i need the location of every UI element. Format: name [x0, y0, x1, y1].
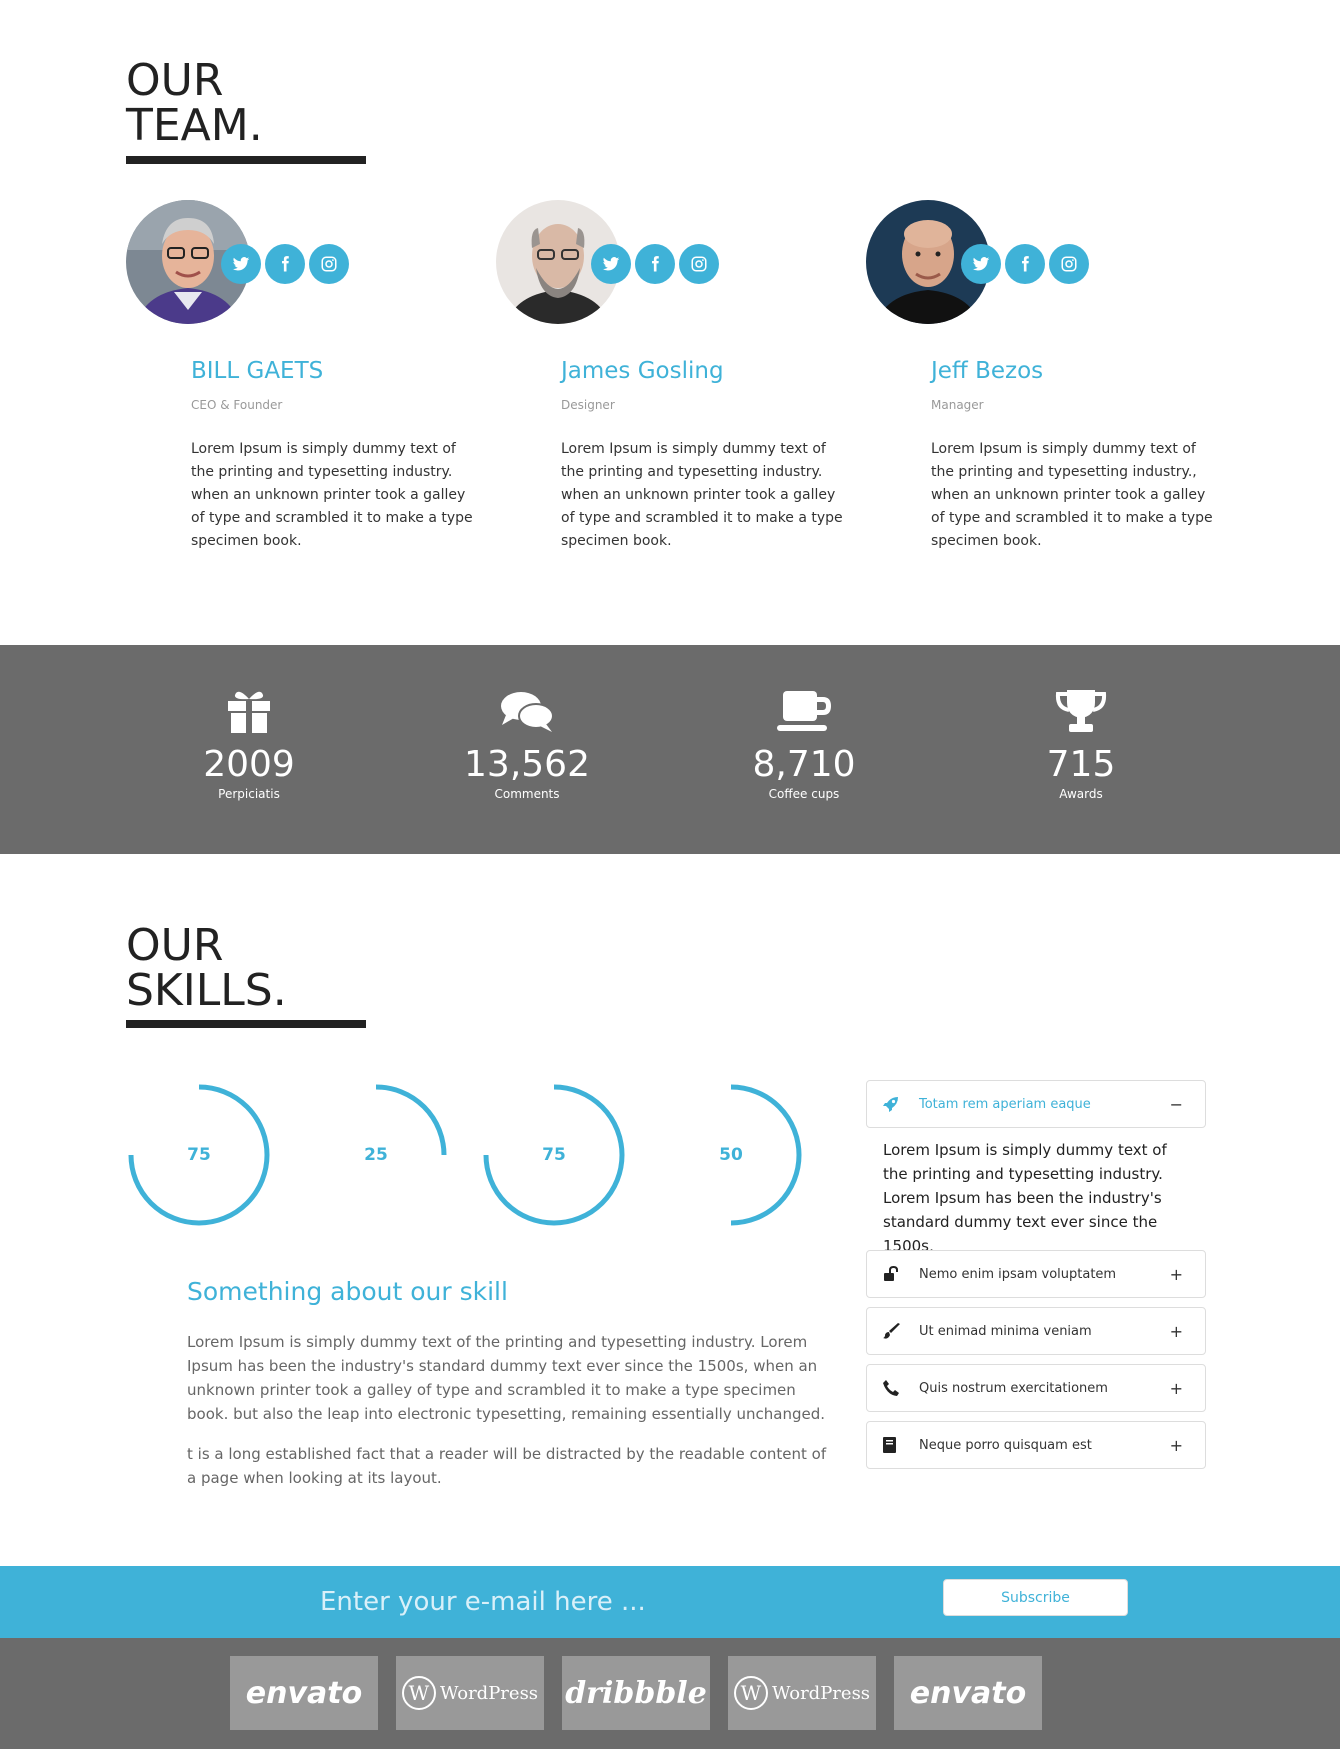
stat-comments: 13,562 Comments [427, 685, 627, 801]
coffee-cup-icon [704, 685, 904, 737]
skill-gauge: 50 [656, 1080, 806, 1230]
gauge-value: 75 [187, 1145, 211, 1165]
facebook-icon[interactable] [265, 244, 305, 284]
collapse-icon[interactable]: − [1170, 1095, 1183, 1114]
skills-title: OUR SKILLS. [126, 920, 287, 1016]
member-bio: Lorem Ipsum is simply dummy text of the … [561, 441, 843, 549]
wordpress-logo[interactable]: W WordPress [728, 1656, 876, 1730]
instagram-icon[interactable] [679, 244, 719, 284]
comments-icon [427, 685, 627, 737]
accordion-label: Nemo enim ipsam voluptatem [919, 1266, 1117, 1282]
instagram-icon[interactable] [309, 244, 349, 284]
expand-icon[interactable]: + [1170, 1379, 1183, 1398]
wordpress-logo[interactable]: W WordPress [396, 1656, 544, 1730]
phone-icon [883, 1380, 905, 1396]
member-name: BILL GAETS [191, 358, 324, 384]
expand-icon[interactable]: + [1170, 1436, 1183, 1455]
accordion-item-ut[interactable]: Ut enimad minima veniam + [866, 1307, 1206, 1355]
member-bio: Lorem Ipsum is simply dummy text of the … [191, 441, 473, 549]
twitter-icon[interactable] [221, 244, 261, 284]
wordpress-icon: W [401, 1676, 436, 1710]
skills-heading: Something about our skill [187, 1277, 508, 1306]
member-bio: Lorem Ipsum is simply dummy text of the … [931, 441, 1213, 549]
member-name: James Gosling [561, 358, 724, 384]
skill-gauge: 75 [479, 1080, 629, 1230]
accordion-item-neque[interactable]: Neque porro quisquam est + [866, 1421, 1206, 1469]
stat-value: 715 [1046, 744, 1116, 785]
instagram-icon[interactable] [1049, 244, 1089, 284]
facebook-icon[interactable] [635, 244, 675, 284]
twitter-icon[interactable] [961, 244, 1001, 284]
rocket-icon [883, 1096, 905, 1112]
stat-value: 13,562 [464, 744, 590, 785]
dribbble-logo[interactable]: dribbble [562, 1656, 710, 1730]
accordion-label: Ut enimad minima veniam [919, 1323, 1092, 1339]
wordpress-icon: W [733, 1676, 768, 1710]
email-input[interactable] [320, 1582, 880, 1622]
paint-brush-icon [883, 1323, 905, 1339]
accordion-item-quis[interactable]: Quis nostrum exercitationem + [866, 1364, 1206, 1412]
facebook-icon[interactable] [1005, 244, 1045, 284]
stat-label: Comments [494, 787, 560, 801]
gauge-value: 50 [719, 1145, 743, 1165]
envato-logo[interactable]: envato [894, 1656, 1042, 1730]
accordion-content: Lorem Ipsum is simply dummy text of the … [883, 1141, 1167, 1255]
gauge-value: 25 [364, 1145, 388, 1165]
trophy-icon [981, 685, 1181, 737]
stat-perpiciatis: 2009 Perpiciatis [149, 685, 349, 801]
stat-awards: 715 Awards [981, 685, 1181, 801]
stat-coffee-cups: 8,710 Coffee cups [704, 685, 904, 801]
unlock-icon [883, 1266, 905, 1282]
team-title-underline [126, 156, 366, 164]
envato-logo[interactable]: envato [230, 1656, 378, 1730]
social-links [221, 244, 349, 284]
subscribe-button[interactable]: Subscribe [943, 1579, 1128, 1616]
skills-title-underline [126, 1020, 366, 1028]
member-role: Manager [931, 398, 984, 412]
gift-icon [149, 685, 349, 737]
accordion-label: Neque porro quisquam est [919, 1437, 1092, 1453]
accordion-label: Totam rem aperiam eaque [919, 1096, 1091, 1112]
skill-gauge: 75 [124, 1080, 274, 1230]
social-links [961, 244, 1089, 284]
member-role: CEO & Founder [191, 398, 283, 412]
skills-paragraph: t is a long established fact that a read… [187, 1445, 827, 1487]
book-icon [883, 1437, 905, 1453]
expand-icon[interactable]: + [1170, 1265, 1183, 1284]
stats-band: 2009 Perpiciatis 13,562 Comments 8,710 C… [0, 645, 1340, 854]
stat-value: 8,710 [752, 744, 856, 785]
stat-value: 2009 [203, 744, 295, 785]
member-role: Designer [561, 398, 615, 412]
stat-label: Awards [1059, 787, 1103, 801]
team-title: OUR TEAM. [126, 55, 263, 151]
expand-icon[interactable]: + [1170, 1322, 1183, 1341]
accordion-item-nemo[interactable]: Nemo enim ipsam voluptatem + [866, 1250, 1206, 1298]
accordion-label: Quis nostrum exercitationem [919, 1380, 1108, 1396]
member-name: Jeff Bezos [931, 358, 1044, 384]
partner-logos: envato W WordPress dribbble W WordPress en… [0, 1638, 1340, 1749]
gauge-value: 75 [542, 1145, 566, 1165]
skill-gauge: 25 [301, 1080, 451, 1230]
twitter-icon[interactable] [591, 244, 631, 284]
stat-label: Coffee cups [768, 787, 840, 801]
stat-label: Perpiciatis [218, 787, 280, 801]
accordion-item-totam[interactable]: Totam rem aperiam eaque − [866, 1080, 1206, 1128]
social-links [591, 244, 719, 284]
subscribe-band: Subscribe [0, 1566, 1340, 1638]
skills-paragraph: Lorem Ipsum is simply dummy text of the … [187, 1333, 825, 1423]
